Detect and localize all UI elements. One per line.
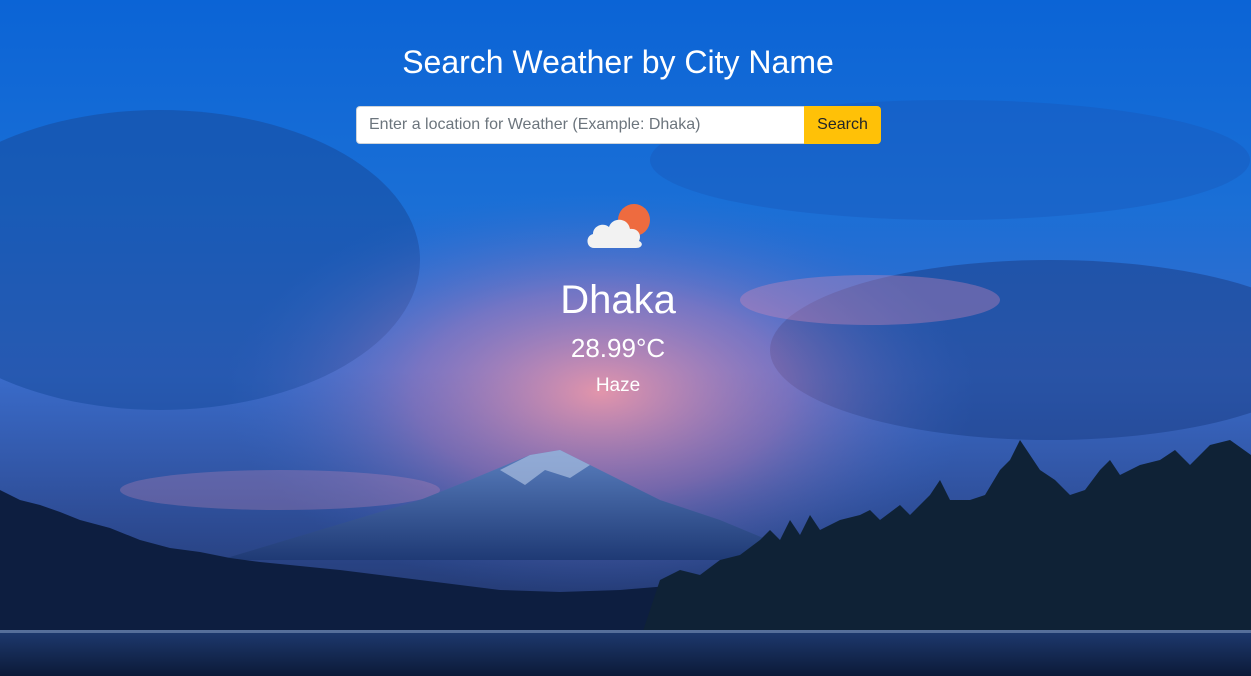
weather-page: Search Weather by City Name Search Dhaka…	[0, 0, 1251, 676]
search-button[interactable]: Search	[804, 106, 881, 144]
page-title: Search Weather by City Name	[402, 44, 834, 80]
weather-description: Haze	[595, 375, 641, 396]
city-name: Dhaka	[560, 278, 676, 322]
search-form: Search	[356, 106, 881, 144]
partly-cloudy-icon	[587, 204, 650, 248]
temperature: 28.99°C	[570, 333, 666, 363]
search-input[interactable]	[356, 106, 804, 144]
